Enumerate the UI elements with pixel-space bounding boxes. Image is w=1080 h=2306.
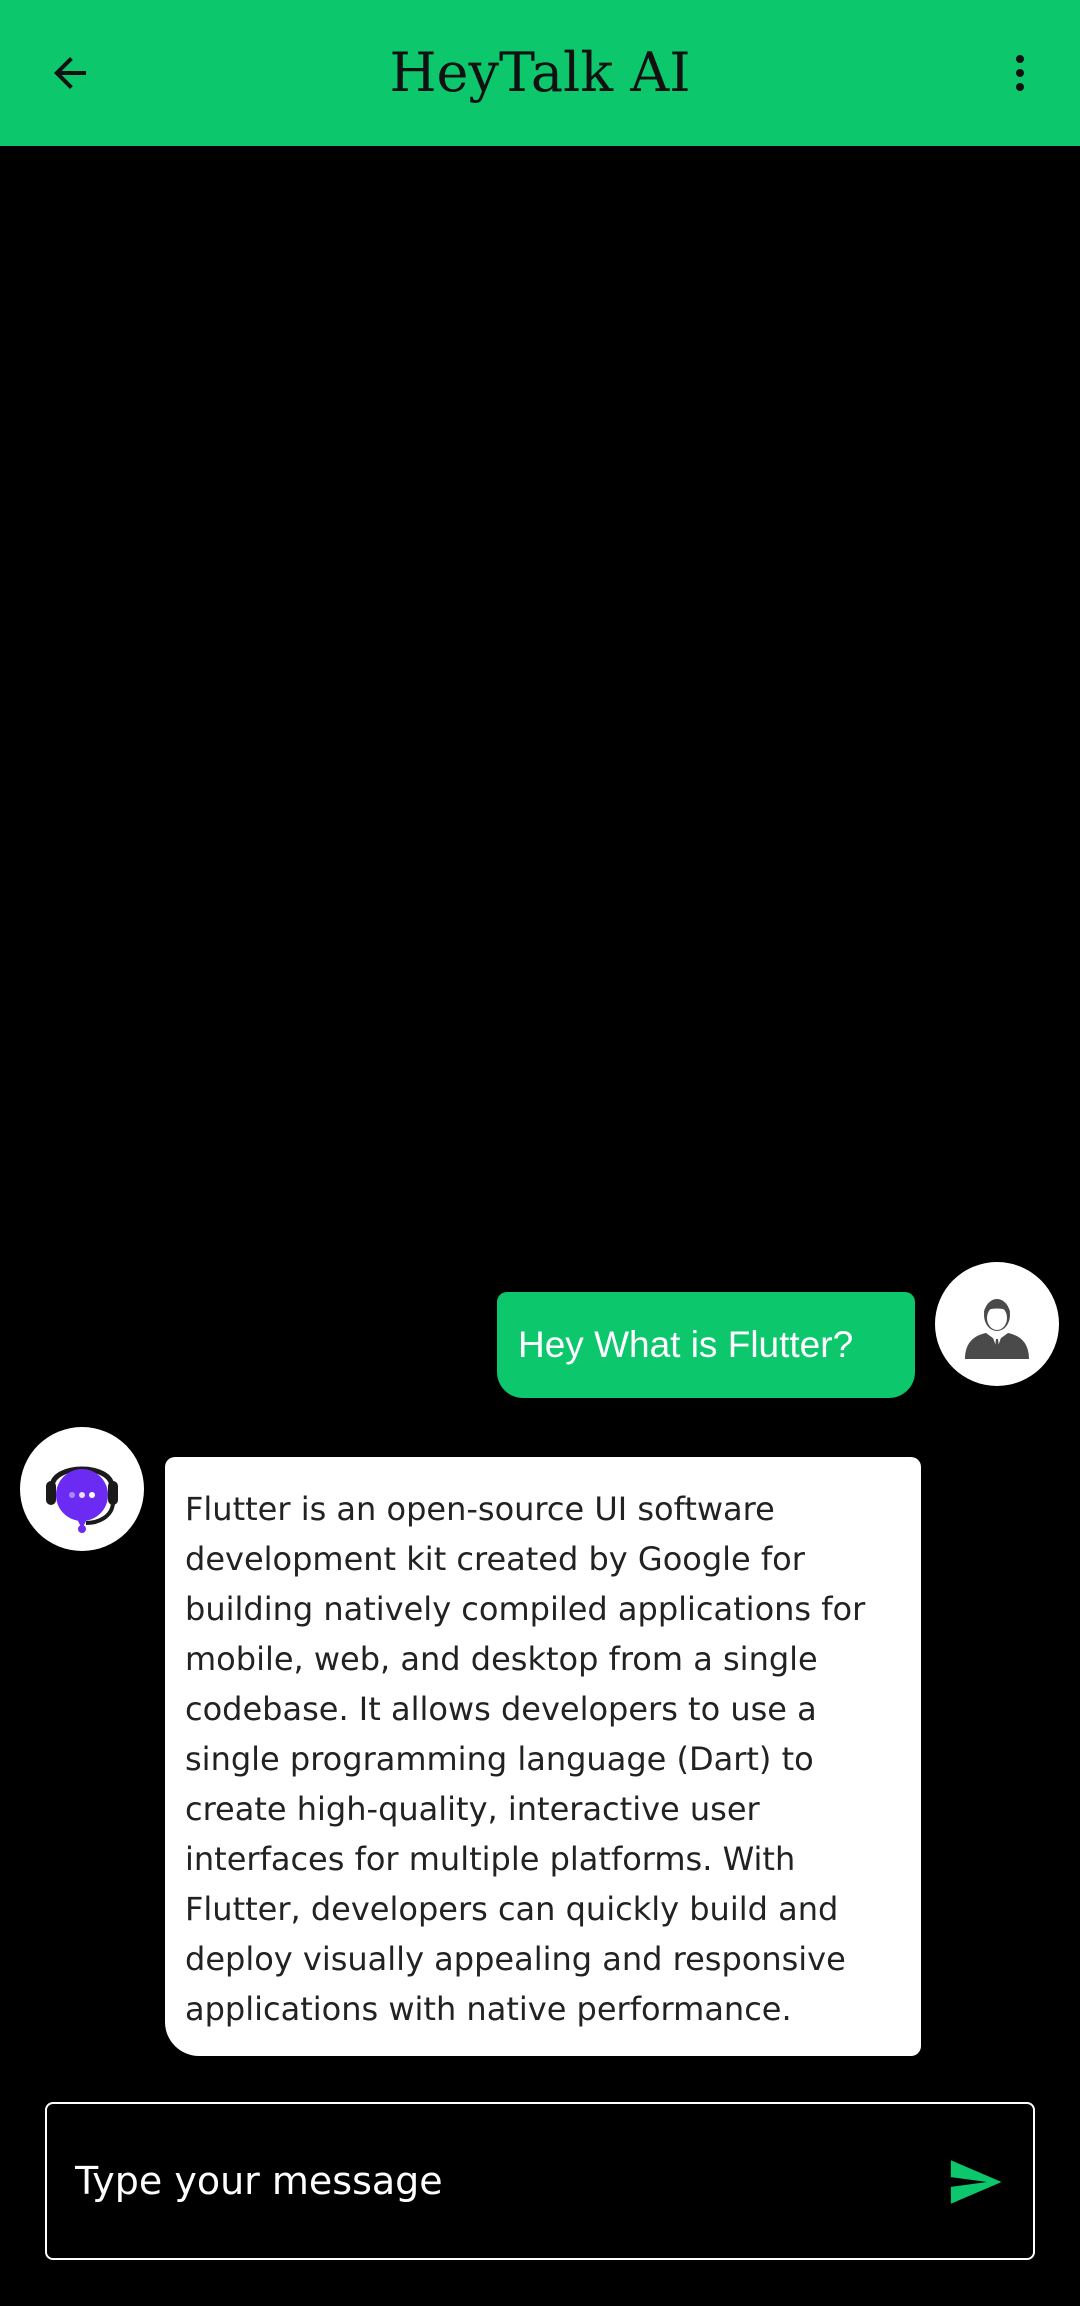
user-avatar [935,1262,1059,1386]
bot-headset-icon [46,1466,118,1533]
send-button[interactable] [945,2152,1005,2212]
message-input[interactable] [75,2104,955,2258]
user-avatar-icon [965,1299,1029,1359]
user-message-bubble: Hey What is Flutter? [497,1292,915,1398]
app-title: HeyTalk AI [389,41,691,104]
overflow-menu-button[interactable] [990,43,1050,103]
more-vert-icon [1016,55,1024,91]
app-bar: HeyTalk AI [0,0,1080,146]
message-composer [45,2102,1035,2260]
send-icon [950,2160,1002,2204]
user-message-text: Hey What is Flutter? [518,1324,854,1365]
bot-message-bubble: Flutter is an open-source UI software de… [165,1457,921,2056]
bot-avatar [20,1427,144,1551]
bot-message-text: Flutter is an open-source UI software de… [185,1490,866,2028]
